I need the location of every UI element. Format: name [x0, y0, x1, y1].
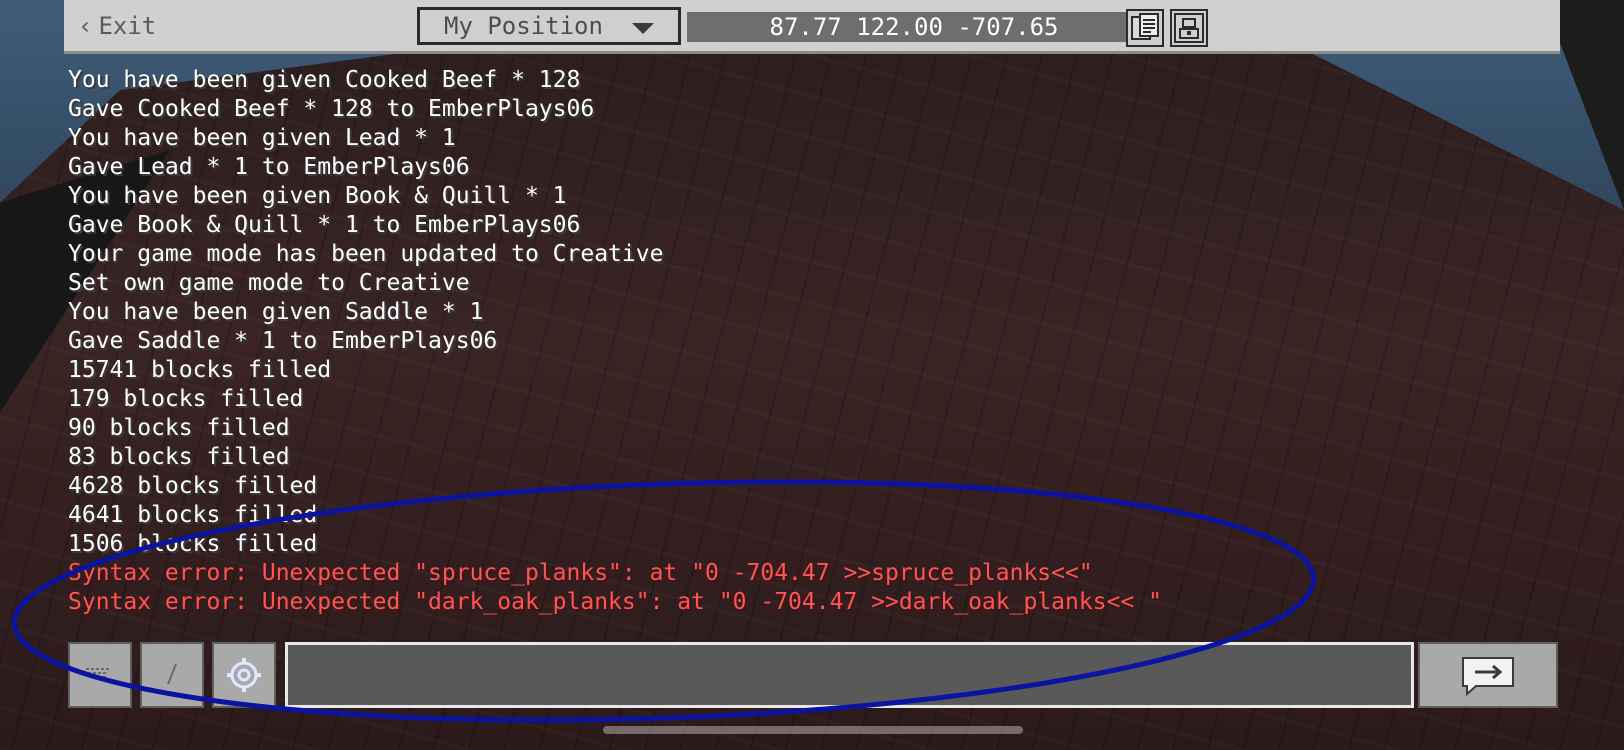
slash-command-button[interactable] [140, 642, 204, 708]
home-indicator[interactable] [603, 726, 1023, 734]
chat-line: Set own game mode to Creative [68, 270, 470, 296]
chat-line: 1506 blocks filled [68, 531, 318, 557]
chat-input[interactable] [285, 642, 1414, 708]
keyboard-icon [86, 668, 109, 678]
chat-line: You have been given Lead * 1 [68, 125, 456, 151]
chat-line: You have been given Book & Quill * 1 [68, 183, 567, 209]
chevron-down-icon [632, 23, 654, 34]
chat-line: Gave Book & Quill * 1 to EmberPlays06 [68, 212, 581, 238]
chat-line: Your game mode has been updated to Creat… [68, 241, 664, 267]
chat-line: 90 blocks filled [68, 415, 290, 441]
slash-command-icon [167, 663, 177, 685]
copy-coordinates-icon[interactable] [1126, 9, 1164, 47]
chat-line: Gave Cooked Beef * 128 to EmberPlays06 [68, 96, 595, 122]
settings-gear-icon [227, 658, 261, 692]
chat-line: Gave Saddle * 1 to EmberPlays06 [68, 328, 498, 354]
chat-line: 83 blocks filled [68, 444, 290, 470]
chat-line: 179 blocks filled [68, 386, 304, 412]
keyboard-button[interactable] [68, 642, 132, 708]
chat-line: You have been given Cooked Beef * 128 [68, 67, 581, 93]
chat-line: 15741 blocks filled [68, 357, 332, 383]
position-dropdown[interactable]: My Position [417, 7, 681, 45]
exit-label: Exit [98, 12, 157, 40]
chat-error-line: Syntax error: Unexpected "dark_oak_plank… [68, 589, 1162, 615]
settings-button[interactable] [212, 642, 276, 708]
chat-line: Gave Lead * 1 to EmberPlays06 [68, 154, 470, 180]
send-button[interactable] [1418, 642, 1558, 708]
exit-button[interactable]: ‹ Exit [78, 8, 156, 44]
screenshot-icon[interactable] [1170, 9, 1208, 47]
game-viewport: ‹ Exit My Position 87.77 122.00 -707.65 [0, 0, 1624, 750]
chat-line: 4628 blocks filled [68, 473, 318, 499]
chat-line: 4641 blocks filled [68, 502, 318, 528]
chat-error-line: Syntax error: Unexpected "spruce_planks"… [68, 560, 1093, 586]
chat-log: You have been given Cooked Beef * 128 Ga… [68, 56, 1328, 638]
position-dropdown-value: My Position [444, 12, 603, 40]
chat-line: You have been given Saddle * 1 [68, 299, 484, 325]
chevron-left-icon: ‹ [78, 12, 93, 40]
send-arrow-icon [1462, 657, 1514, 697]
top-bar: ‹ Exit My Position 87.77 122.00 -707.65 [64, 0, 1560, 54]
coordinates-display: 87.77 122.00 -707.65 [687, 12, 1141, 42]
